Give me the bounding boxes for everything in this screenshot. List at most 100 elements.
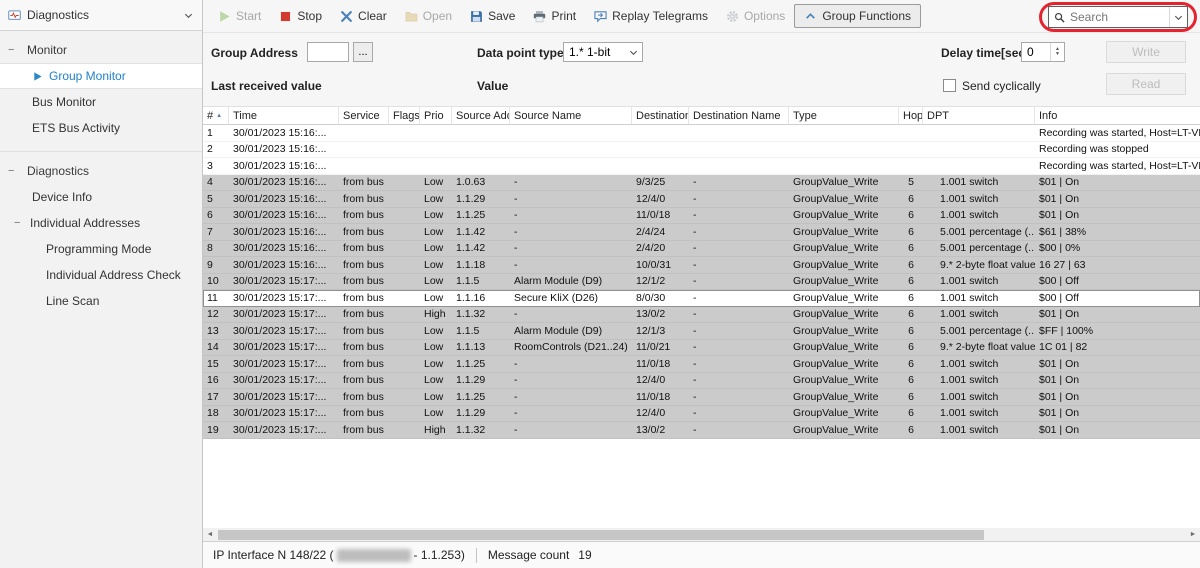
horizontal-scrollbar[interactable]: ◄ ► (203, 528, 1200, 541)
table-row-7[interactable]: 7 30/01/2023 15:16:... from bus Low 1.1.42 - 2… (203, 224, 1200, 241)
table-row-5[interactable]: 5 30/01/2023 15:16:... from bus Low 1.1.29 - 1… (203, 191, 1200, 208)
scroll-right-arrow[interactable]: ► (1186, 528, 1200, 541)
column-header-dpt[interactable]: DPT (923, 107, 1035, 124)
cell-destination-name: - (693, 176, 697, 189)
save-button[interactable]: Save (461, 4, 524, 28)
clear-button[interactable]: Clear (331, 4, 396, 28)
column-header-service[interactable]: Service (339, 107, 389, 124)
column-header-destination-name[interactable]: Destination Name (689, 107, 789, 124)
table-row-1[interactable]: 1 30/01/2023 15:16:... Recording was start… (203, 125, 1200, 142)
start-button[interactable]: Start (209, 4, 270, 28)
table-row-6[interactable]: 6 30/01/2023 15:16:... from bus Low 1.1.25 - 1… (203, 207, 1200, 224)
sidebar-item-programming-mode[interactable]: Programming Mode (0, 236, 202, 262)
browse-button[interactable]: ... (353, 42, 373, 62)
column-header-info[interactable]: Info (1035, 107, 1200, 124)
table-row-18[interactable]: 18 30/01/2023 15:17:... from bus Low 1.1.29 -… (203, 405, 1200, 422)
sidebar: Diagnostics − Monitor Group Monitor Bus Mon… (0, 0, 203, 568)
search-box[interactable]: Search (1048, 6, 1188, 28)
table-row-19[interactable]: 19 30/01/2023 15:17:... from bus High 1.1.32… (203, 422, 1200, 439)
column-header-row-number[interactable]: # ▲ (203, 107, 229, 124)
send-cyclically-checkbox[interactable] (943, 79, 956, 92)
scrollbar-thumb[interactable] (218, 529, 984, 540)
cell-prio: Low (424, 176, 444, 189)
table-row-3[interactable]: 3 30/01/2023 15:16:... Recording was start… (203, 158, 1200, 175)
cell-time: 30/01/2023 15:17:... (233, 374, 327, 387)
scrollbar-track[interactable] (217, 528, 1186, 541)
column-label: Prio (424, 109, 444, 122)
group-functions-button[interactable]: Group Functions (794, 4, 922, 28)
column-header-type[interactable]: Type (789, 107, 899, 124)
sidebar-section-monitor[interactable]: − Monitor (0, 37, 202, 63)
print-button[interactable]: Print (524, 4, 585, 28)
cell-destination: 11/0/18 (636, 390, 671, 403)
table-row-11[interactable]: 11 30/01/2023 15:17:... from bus Low 1.1.16 S… (203, 290, 1200, 307)
chevron-up-icon (804, 10, 817, 23)
write-button[interactable]: Write (1106, 41, 1186, 63)
panel-selector[interactable]: Diagnostics (0, 0, 202, 31)
table-row-15[interactable]: 15 30/01/2023 15:17:... from bus Low 1.1.25 -… (203, 356, 1200, 373)
data-point-type-select[interactable]: 1.* 1-bit (563, 42, 643, 62)
table-row-12[interactable]: 12 30/01/2023 15:17:... from bus High 1.1.32… (203, 306, 1200, 323)
column-header-source-name[interactable]: Source Name (510, 107, 632, 124)
table-row-9[interactable]: 9 30/01/2023 15:16:... from bus Low 1.1.18 - 1… (203, 257, 1200, 274)
table-row-2[interactable]: 2 30/01/2023 15:16:... Recording was stopp… (203, 142, 1200, 158)
data-point-type-value: 1.* 1-bit (569, 45, 611, 59)
cell-source-add: 1.1.32 (456, 308, 486, 321)
collapse-icon[interactable]: − (8, 44, 24, 56)
sidebar-item-group-monitor[interactable]: Group Monitor (0, 63, 202, 89)
interface-label-suffix: - 1.1.253) (413, 548, 465, 562)
column-header-hop[interactable]: Hop (899, 107, 923, 124)
spinner-down-icon[interactable]: ▼ (1055, 52, 1060, 57)
sidebar-item-individual-address-check[interactable]: Individual Address Check (0, 262, 202, 288)
table-row-17[interactable]: 17 30/01/2023 15:17:... from bus Low 1.1.25 -… (203, 389, 1200, 406)
column-header-source-add[interactable]: Source Add (452, 107, 510, 124)
cell-source-name: - (514, 258, 518, 271)
table-row-13[interactable]: 13 30/01/2023 15:17:... from bus Low 1.1.5 Al… (203, 323, 1200, 340)
cell-time: 30/01/2023 15:16:... (233, 159, 327, 172)
redacted-host-name (336, 548, 411, 562)
column-header-prio[interactable]: Prio (420, 107, 452, 124)
table-row-10[interactable]: 10 30/01/2023 15:17:... from bus Low 1.1.5 Al… (203, 273, 1200, 290)
collapse-icon[interactable]: − (14, 217, 30, 229)
cell-source-add: 1.1.32 (456, 423, 486, 436)
table-row-8[interactable]: 8 30/01/2023 15:16:... from bus Low 1.1.42 - 2… (203, 240, 1200, 257)
table-row-4[interactable]: 4 30/01/2023 15:16:... from bus Low 1.0.63 - 9… (203, 174, 1200, 191)
cell-destination: 12/4/0 (636, 374, 666, 387)
sidebar-section-diagnostics[interactable]: − Diagnostics (0, 158, 202, 184)
button-label: Save (488, 9, 516, 23)
cell-prio: Low (424, 324, 444, 337)
cell-prio: Low (424, 341, 444, 354)
table-row-14[interactable]: 14 30/01/2023 15:17:... from bus Low 1.1.13 R… (203, 339, 1200, 356)
collapse-icon[interactable]: − (8, 165, 24, 177)
cell-info: $01 | On (1039, 407, 1080, 420)
sidebar-item-device-info[interactable]: Device Info (0, 184, 202, 210)
options-button[interactable]: Options (717, 4, 794, 28)
column-header-time[interactable]: Time (229, 107, 339, 124)
cell-hop: 6 (908, 374, 914, 387)
table-row-16[interactable]: 16 30/01/2023 15:17:... from bus Low 1.1.29 -… (203, 372, 1200, 389)
replay-telegrams-button[interactable]: Replay Telegrams (585, 4, 717, 28)
delay-time-spinner[interactable]: 0 ▲ ▼ (1021, 42, 1065, 62)
read-button[interactable]: Read (1106, 73, 1186, 95)
stop-icon (279, 10, 292, 23)
button-label: Stop (297, 9, 323, 23)
spinner-arrows[interactable]: ▲ ▼ (1050, 43, 1064, 61)
sidebar-item-bus-monitor[interactable]: Bus Monitor (0, 89, 202, 115)
sidebar-item-line-scan[interactable]: Line Scan (0, 288, 202, 314)
cell-type: GroupValue_Write (793, 275, 879, 288)
sidebar-item-ets-bus-activity[interactable]: ETS Bus Activity (0, 115, 202, 141)
stop-button[interactable]: Stop (270, 4, 331, 28)
cell-source-add: 1.1.5 (456, 324, 480, 337)
open-button[interactable]: Open (396, 4, 461, 28)
sidebar-item-individual-addresses[interactable]: − Individual Addresses (0, 210, 202, 236)
scroll-left-arrow[interactable]: ◄ (203, 528, 217, 541)
search-dropdown-button[interactable] (1169, 7, 1187, 27)
column-header-destination[interactable]: Destination (632, 107, 689, 124)
cell-time: 30/01/2023 15:17:... (233, 407, 327, 420)
column-header-flags[interactable]: Flags (389, 107, 420, 124)
gear-icon (726, 10, 739, 23)
cell-destination: 9/3/25 (636, 176, 666, 189)
cell-source-add: 1.1.29 (456, 192, 486, 205)
group-address-input[interactable] (307, 42, 349, 62)
cell-destination-name: - (693, 341, 697, 354)
